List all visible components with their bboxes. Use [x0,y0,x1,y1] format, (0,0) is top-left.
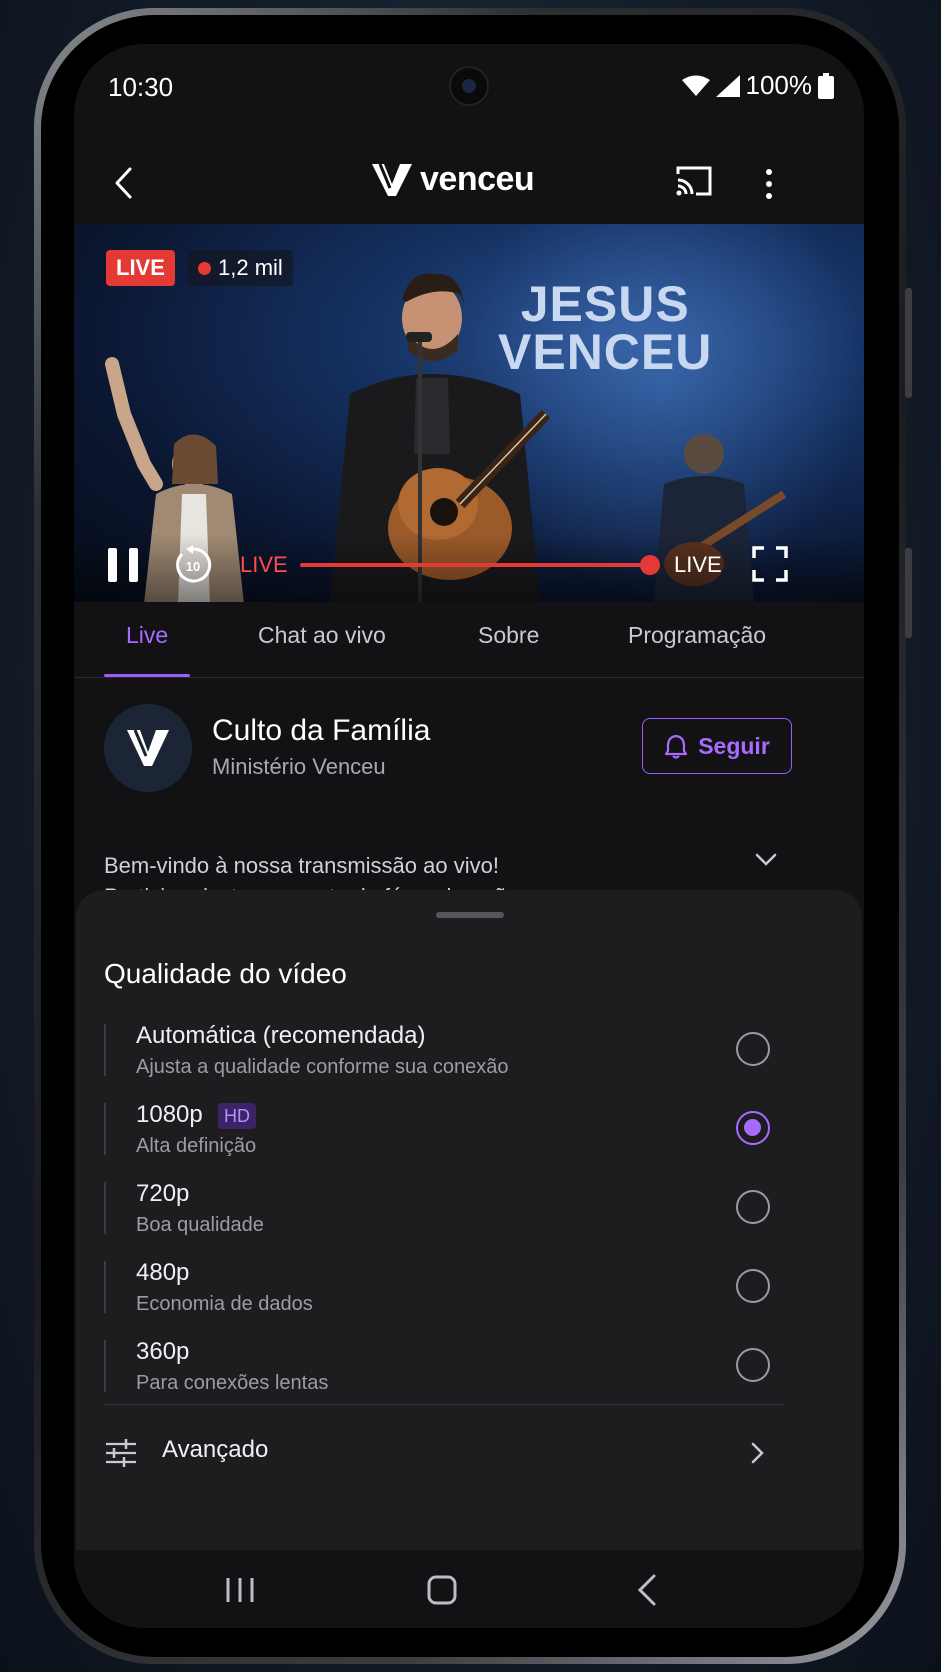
option-rail [104,1103,106,1155]
follow-label: Seguir [698,732,770,759]
option-label: 360p [136,1338,190,1365]
screen: 10:30 100% venceu JESUS VENCEU LIVE 1,2 … [74,44,864,1628]
more-dot-icon [766,169,772,175]
seek-bar[interactable] [300,563,650,567]
description-line1: Bem-vindo à nossa transmissão ao vivo! [104,853,499,878]
battery-icon [818,72,834,99]
home-icon [427,1575,457,1605]
quality-bottom-sheet: Qualidade do vídeo Automática (recomenda… [76,890,862,1590]
tab-chat-ao-vivo[interactable]: Chat ao vivo [258,622,386,649]
more-dot-icon [766,181,772,187]
status-icons: 100% [681,70,834,101]
radio-button[interactable] [736,1190,770,1224]
signal-icon [715,74,740,97]
option-description: Para conexões lentas [136,1372,329,1394]
cast-icon [676,166,712,196]
front-camera [449,66,489,106]
sheet-title: Qualidade do vídeo [104,958,347,989]
active-tab-indicator [104,674,190,677]
radio-button[interactable] [736,1032,770,1066]
channel-subtitle: Ministério Venceu [212,754,386,779]
follow-button[interactable]: Seguir [642,718,792,774]
option-description: Boa qualidade [136,1214,264,1236]
option-description: Economia de dados [136,1293,313,1315]
live-badge: LIVE [106,250,175,286]
recents-icon [226,1578,254,1602]
sliders-icon [106,1439,136,1467]
pause-button[interactable] [108,548,138,582]
status-bar: 10:30 100% [74,44,864,124]
wifi-icon [681,75,710,96]
player-controls: 10 LIVE LIVE [74,534,864,602]
bell-icon [665,734,688,759]
back-icon [637,1574,656,1606]
live-position-label: LIVE [240,552,288,577]
pause-bar-icon [129,548,138,582]
viewer-count: 1,2 mil [188,250,293,286]
chevron-left-icon [115,167,132,199]
rewind-seconds: 10 [186,559,200,574]
channel-info: Culto da Família Ministério Venceu Segui… [74,704,864,804]
go-live-label[interactable]: LIVE [674,552,722,578]
battery-percent: 100% [745,70,813,100]
expand-description-button[interactable] [754,852,784,882]
fullscreen-button[interactable] [752,546,788,582]
tab-programacao[interactable]: Programação [628,622,766,649]
app-bar: venceu [74,144,864,224]
volume-button [905,288,912,398]
option-label: Automática (recomendada) [136,1022,426,1049]
pause-bar-icon [108,548,117,582]
back-button[interactable] [104,160,144,206]
video-player[interactable]: JESUS VENCEU LIVE 1,2 mil 10 LIVE LIVE [74,224,864,602]
advanced-label: Avançado [162,1436,269,1463]
quality-option-480p[interactable]: 480p Economia de dados [104,1255,784,1325]
option-rail [104,1340,106,1392]
replay-10-icon: 10 [176,545,212,583]
option-description: Ajusta a qualidade conforme sua conexão [136,1056,509,1078]
tab-bar: Live Chat ao vivo Sobre Programação [74,602,864,678]
option-label: 480p [136,1259,190,1286]
status-time: 10:30 [108,72,174,102]
venceu-logo-icon [127,729,169,766]
power-button [905,548,912,638]
radio-button[interactable] [736,1348,770,1382]
option-label: 720p [136,1180,190,1207]
radio-button-selected[interactable] [736,1111,770,1145]
app-logo: venceu [370,160,535,199]
system-navigation-bar [74,1550,864,1628]
channel-avatar[interactable] [104,704,192,792]
fullscreen-icon [752,546,788,582]
system-back-button[interactable] [628,1570,668,1610]
sheet-drag-handle[interactable] [436,912,504,918]
more-dot-icon [766,193,772,199]
home-button[interactable] [422,1570,462,1610]
divider [104,1404,784,1405]
channel-title: Culto da Família [212,714,431,747]
chevron-down-icon [755,853,777,866]
tab-sobre[interactable]: Sobre [478,622,539,649]
advanced-settings-row[interactable]: Avançado [104,1424,784,1484]
cast-button[interactable] [674,164,714,204]
radio-button[interactable] [736,1269,770,1303]
seek-thumb[interactable] [640,555,660,575]
option-description: Alta definição [136,1135,257,1157]
option-rail [104,1182,106,1234]
rewind-10-button[interactable]: 10 [172,544,214,586]
chevron-right-icon [751,1442,764,1464]
quality-option-auto[interactable]: Automática (recomendada) Ajusta a qualid… [104,1018,784,1088]
quality-option-720p[interactable]: 720p Boa qualidade [104,1176,784,1246]
quality-option-360p[interactable]: 360p Para conexões lentas [104,1334,784,1404]
tab-live[interactable]: Live [126,622,168,649]
recents-button[interactable] [220,1570,260,1610]
option-label: 1080p [136,1101,203,1128]
hd-badge: HD [218,1103,256,1129]
quality-option-1080p[interactable]: 1080p HD Alta definição [104,1097,784,1167]
more-options-button[interactable] [754,162,784,206]
logo-text: venceu [420,160,535,198]
option-rail [104,1261,106,1313]
venceu-logo-icon [372,162,412,196]
option-rail [104,1024,106,1076]
